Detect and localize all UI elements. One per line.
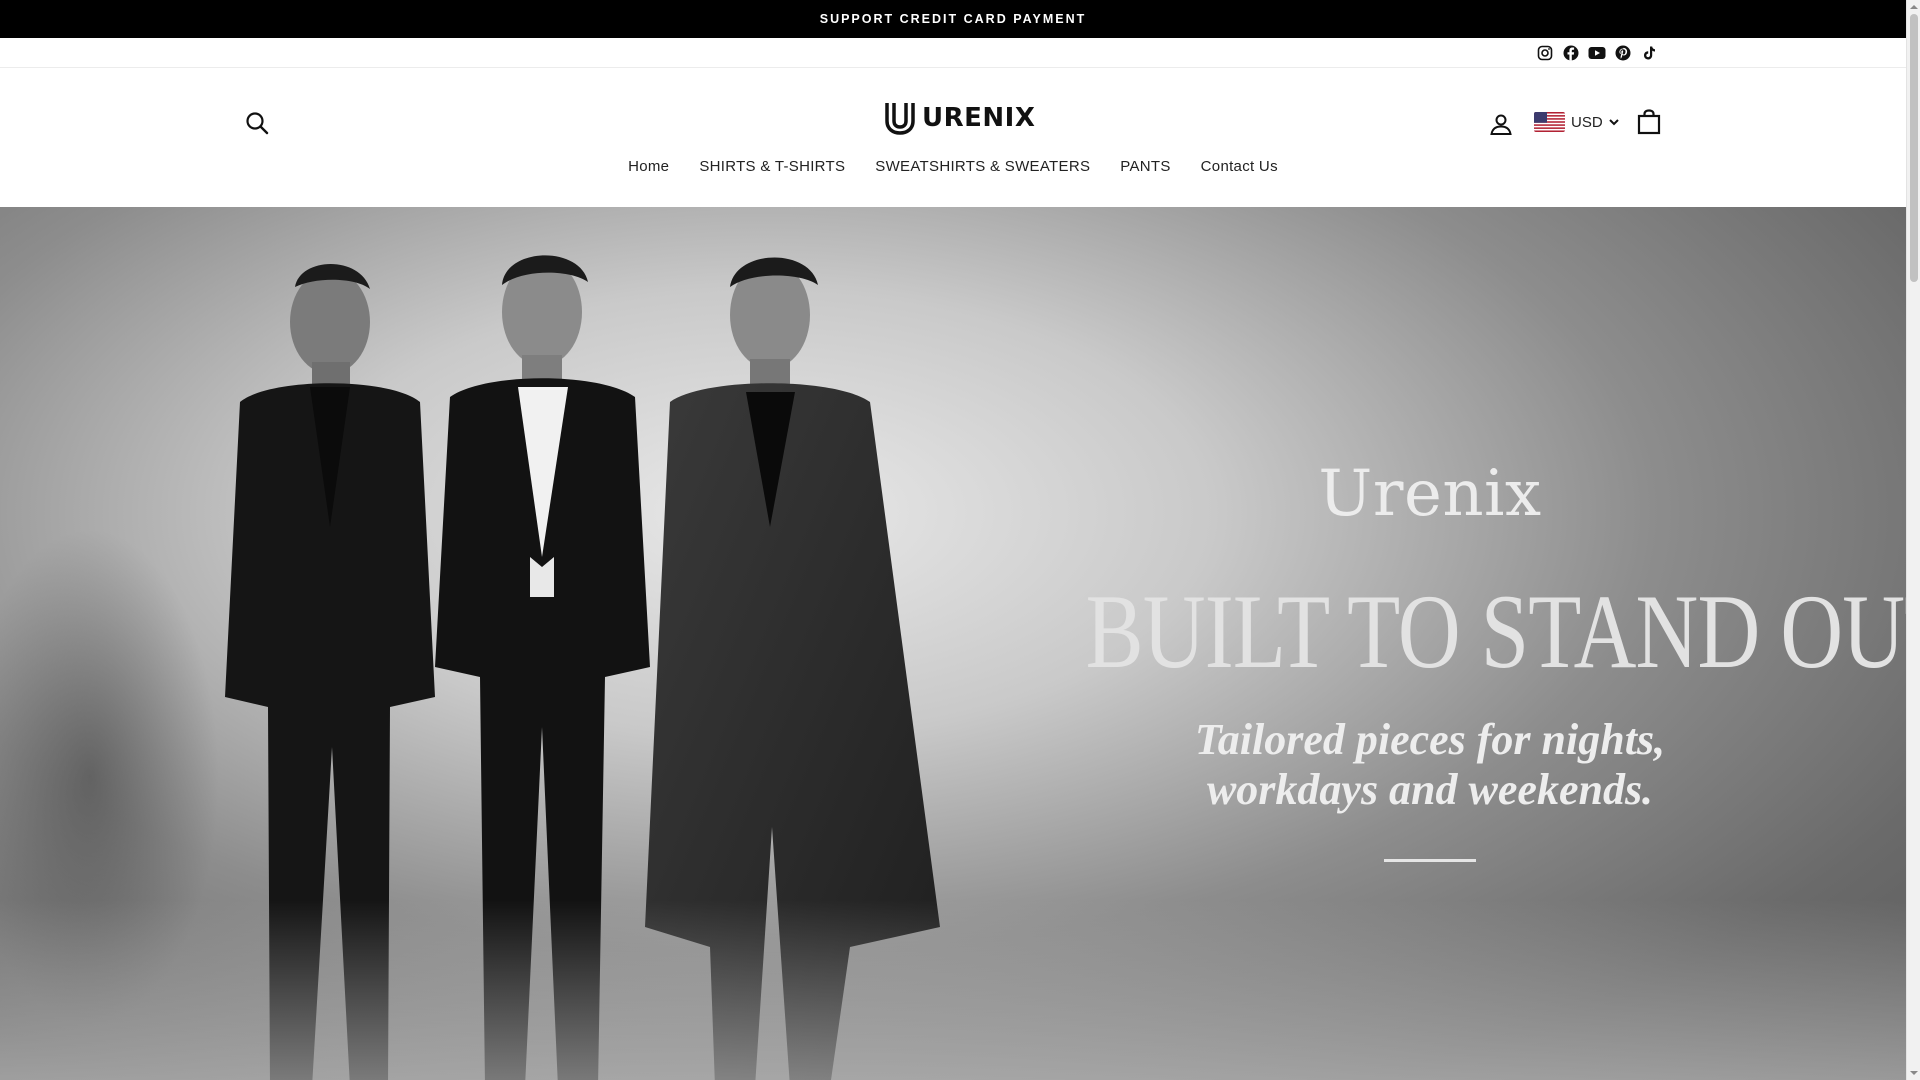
hero-subtitle: Tailored pieces for nights, workdays and… [1010, 715, 1850, 815]
logo-text: URENIX [922, 103, 1036, 133]
nav-pants[interactable]: PANTS [1105, 158, 1185, 175]
search-icon [246, 112, 269, 135]
youtube-icon[interactable] [1588, 44, 1606, 62]
nav-contact[interactable]: Contact Us [1186, 158, 1293, 175]
hero-subtitle-line-2: workdays and weekends. [1206, 765, 1654, 814]
announcement-text: SUPPORT CREDIT CARD PAYMENT [819, 12, 1087, 26]
hero-brand: Urenix [1318, 457, 1542, 531]
hero-banner[interactable]: Urenix BUILT TO STAND OUT Tailored piece… [0, 207, 1906, 1080]
user-icon [1490, 114, 1512, 135]
tiktok-icon[interactable] [1640, 44, 1658, 62]
facebook-icon[interactable] [1562, 44, 1580, 62]
main-nav: Home SHIRTS & T-SHIRTS SWEATSHIRTS & SWE… [0, 158, 1906, 175]
currency-label: USD [1571, 113, 1603, 131]
announcement-bar: SUPPORT CREDIT CARD PAYMENT [0, 0, 1906, 38]
scroll-down-arrow-icon[interactable] [1910, 1069, 1918, 1077]
nav-sweatshirts[interactable]: SWEATSHIRTS & SWEATERS [860, 158, 1105, 175]
social-icons [1536, 42, 1658, 64]
nav-home[interactable]: Home [613, 158, 684, 175]
floor-light [0, 900, 1906, 1080]
scroll-up-arrow-icon[interactable] [1910, 3, 1918, 11]
currency-selector[interactable]: USD [1534, 109, 1619, 135]
hero-headline: BUILT TO STAND OUT [1085, 573, 1906, 690]
shopping-bag-icon [1637, 109, 1661, 135]
site-header: URENIX USD Home SHIRTS & T-SHIRTS SWEATS… [0, 68, 1906, 207]
pinterest-icon[interactable] [1614, 44, 1632, 62]
logo-mark-icon [885, 103, 915, 135]
hero-text-block: Urenix BUILT TO STAND OUT Tailored piece… [1010, 457, 1906, 862]
site-logo[interactable]: URENIX [884, 100, 1035, 136]
hero-subtitle-line-1: Tailored pieces for nights, [1194, 715, 1666, 764]
instagram-icon[interactable] [1536, 44, 1554, 62]
scrollbar-thumb[interactable] [1910, 14, 1918, 282]
page-scrollbar[interactable] [1906, 0, 1920, 1080]
hero-divider [1384, 859, 1476, 862]
chevron-down-icon [1608, 117, 1619, 127]
us-flag-icon [1534, 112, 1565, 132]
cart-button[interactable] [1636, 108, 1662, 136]
account-button[interactable] [1487, 110, 1515, 138]
search-button[interactable] [244, 110, 270, 136]
nav-shirts[interactable]: SHIRTS & T-SHIRTS [684, 158, 860, 175]
social-bar [0, 38, 1906, 68]
